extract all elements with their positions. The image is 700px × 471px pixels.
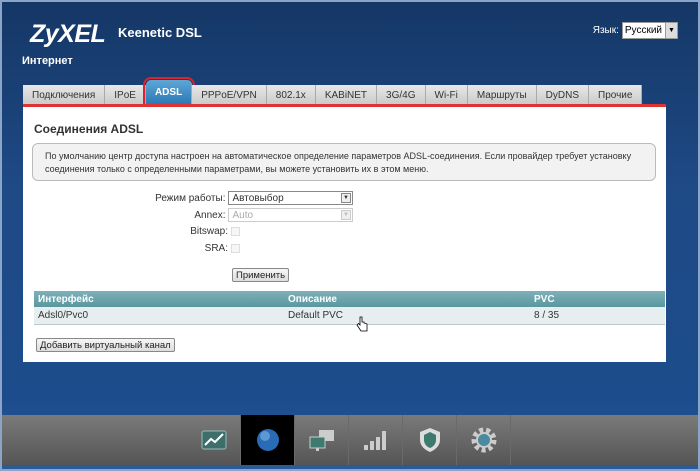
tab-pppoe-vpn[interactable]: PPPoE/VPN	[192, 85, 267, 105]
model-name: Keenetic DSL	[118, 25, 202, 40]
bitswap-row: Bitswap:	[23, 226, 353, 237]
annex-value: Auto	[232, 209, 254, 221]
tab-routes[interactable]: Маршруты	[467, 85, 537, 105]
tab-bar: Подключения IPoE ADSL PPPoE/VPN 802.1x K…	[23, 77, 643, 107]
chevron-down-icon: ▼	[341, 210, 351, 220]
language-label: Язык:	[592, 25, 619, 36]
add-virtual-channel-button[interactable]: Добавить виртуальный канал	[36, 338, 175, 352]
sra-label: SRA:	[204, 243, 228, 254]
header-pvc: PVC	[534, 293, 555, 305]
header-description: Описание	[288, 293, 337, 305]
adsl-panel: Соединения ADSL По умолчанию центр досту…	[23, 104, 666, 362]
globe-icon	[256, 429, 279, 451]
hand-cursor-icon	[356, 316, 368, 332]
panel-title: Соединения ADSL	[34, 122, 144, 136]
nav-security[interactable]	[403, 415, 457, 465]
tab-connections[interactable]: Подключения	[23, 85, 106, 105]
annex-row: Annex: Auto ▼	[23, 208, 353, 222]
annex-select[interactable]: Auto ▼	[228, 208, 353, 222]
info-box: По умолчанию центр доступа настроен на а…	[32, 143, 656, 181]
tab-adsl[interactable]: ADSL	[142, 77, 196, 107]
mode-select[interactable]: Автовыбор ▼	[228, 191, 353, 205]
tab-dydns[interactable]: DyDNS	[536, 85, 589, 105]
sra-checkbox[interactable]	[231, 244, 240, 253]
mode-row: Режим работы: Автовыбор ▼	[23, 191, 353, 205]
cell-description: Default PVC	[288, 310, 344, 321]
nav-internet[interactable]	[241, 415, 295, 465]
bottom-nav	[187, 415, 511, 465]
bitswap-checkbox[interactable]	[231, 227, 240, 236]
chevron-down-icon[interactable]: ▼	[665, 23, 677, 38]
language-selector: Язык: Русский ▼	[593, 22, 678, 39]
cell-interface: Adsl0/Pvc0	[38, 310, 89, 321]
tab-kabinet[interactable]: KABiNET	[315, 85, 378, 105]
language-value: Русский	[624, 25, 662, 36]
header-interface: Интерфейс	[38, 293, 94, 305]
gear-icon	[471, 427, 496, 453]
nav-monitor[interactable]	[187, 415, 241, 465]
mode-value: Автовыбор	[232, 192, 284, 204]
sra-row: SRA:	[23, 243, 353, 254]
tab-wifi[interactable]: Wi-Fi	[425, 85, 468, 105]
cell-pvc: 8 / 35	[534, 310, 560, 321]
pvc-table: Интерфейс Описание PVC Adsl0/Pvc0 Defaul…	[34, 291, 665, 325]
table-row[interactable]: Adsl0/Pvc0 Default PVC 8 / 35	[34, 307, 665, 325]
section-title: Интернет	[22, 55, 73, 67]
apply-button[interactable]: Применить	[232, 268, 290, 282]
zyxel-logo: ZyXEL	[30, 20, 106, 48]
network-computers-icon	[309, 430, 334, 451]
nav-wifi[interactable]	[349, 415, 403, 465]
chart-icon	[201, 430, 226, 450]
signal-bars-icon	[363, 431, 386, 450]
chevron-down-icon: ▼	[341, 193, 351, 203]
table-header: Интерфейс Описание PVC	[34, 291, 665, 307]
annex-label: Annex:	[194, 209, 226, 221]
mode-label: Режим работы:	[155, 192, 226, 204]
bitswap-label: Bitswap:	[190, 226, 228, 237]
nav-network[interactable]	[295, 415, 349, 465]
shield-icon	[419, 428, 440, 452]
tab-other[interactable]: Прочие	[589, 85, 643, 105]
nav-system[interactable]	[457, 415, 511, 465]
tab-8021x[interactable]: 802.1x	[266, 85, 316, 105]
tab-ipoe[interactable]: IPoE	[105, 85, 146, 105]
tab-3g4g[interactable]: 3G/4G	[377, 85, 426, 105]
language-select[interactable]: Русский ▼	[621, 22, 678, 39]
